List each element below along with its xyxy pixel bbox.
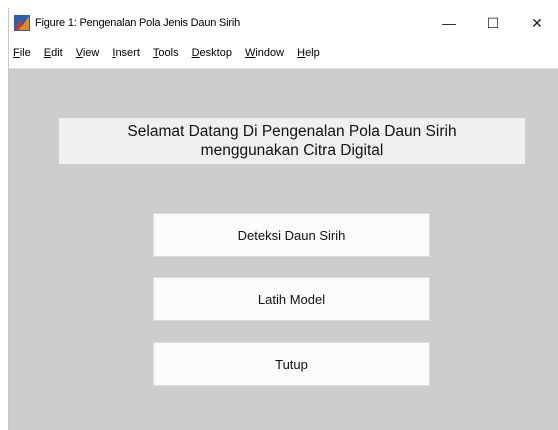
close-button[interactable]: ✕ xyxy=(515,8,558,38)
maximize-icon: ☐ xyxy=(486,14,500,31)
window-title: Figure 1: Pengenalan Pola Jenis Daun Sir… xyxy=(35,17,241,29)
maximize-button[interactable]: ☐ xyxy=(471,8,515,38)
menu-file[interactable]: File xyxy=(13,45,31,61)
menu-window[interactable]: Window xyxy=(245,45,284,61)
menu-help[interactable]: Help xyxy=(297,45,320,61)
title-bar: Figure 1: Pengenalan Pola Jenis Daun Sir… xyxy=(9,8,558,38)
figure-canvas: Selamat Datang Di Pengenalan Pola Daun S… xyxy=(9,69,558,430)
close-icon: ✕ xyxy=(531,14,543,31)
welcome-line-2: menggunakan Citra Digital xyxy=(200,142,384,159)
menu-bar: File Edit View Insert Tools Desktop Wind… xyxy=(9,38,558,69)
detect-leaf-button[interactable]: Deteksi Daun Sirih xyxy=(153,213,430,257)
menu-tools[interactable]: Tools xyxy=(153,45,179,61)
minimize-button[interactable]: — xyxy=(427,8,471,38)
figure-window: Figure 1: Pengenalan Pola Jenis Daun Sir… xyxy=(8,8,558,430)
menu-edit[interactable]: Edit xyxy=(44,45,63,61)
menu-insert[interactable]: Insert xyxy=(112,45,140,61)
menu-desktop[interactable]: Desktop xyxy=(192,45,232,61)
minimize-icon: — xyxy=(442,15,456,31)
train-model-button[interactable]: Latih Model xyxy=(153,277,430,321)
matlab-figure-icon xyxy=(14,15,30,31)
window-controls: — ☐ ✕ xyxy=(427,8,558,38)
welcome-text-panel: Selamat Datang Di Pengenalan Pola Daun S… xyxy=(59,118,525,164)
exit-button[interactable]: Tutup xyxy=(153,342,430,386)
welcome-line-1: Selamat Datang Di Pengenalan Pola Daun S… xyxy=(127,123,457,140)
menu-view[interactable]: View xyxy=(76,45,100,61)
